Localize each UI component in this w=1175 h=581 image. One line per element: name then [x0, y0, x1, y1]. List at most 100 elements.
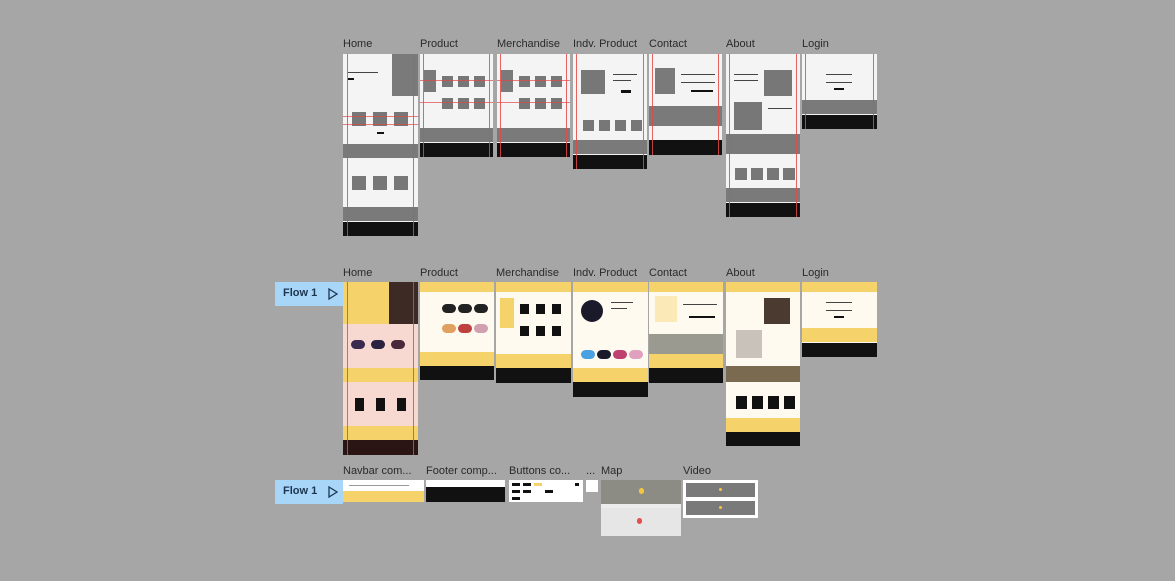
banner-strip — [343, 144, 418, 158]
product-hifi-frame[interactable] — [420, 282, 494, 380]
collapsed-component-frame[interactable] — [586, 480, 598, 492]
footer-block — [420, 143, 493, 157]
video-component-frame[interactable] — [683, 480, 758, 518]
navbar — [726, 282, 800, 292]
frame-label-about[interactable]: About — [726, 267, 755, 279]
contact-hifi-frame[interactable] — [649, 282, 723, 383]
frame-label-contact-wireframe[interactable]: Contact — [649, 38, 687, 50]
promo-banner — [573, 368, 648, 382]
about-wireframe-frame[interactable] — [726, 54, 800, 217]
hero-button — [348, 78, 354, 80]
product-title-line — [613, 74, 637, 75]
frame-label-collapsed[interactable]: ... — [586, 465, 595, 477]
video-strip — [726, 134, 800, 154]
icon-button-variant — [575, 483, 579, 486]
album-disc — [474, 324, 488, 333]
play-icon[interactable] — [327, 486, 339, 498]
frame-label-footer-component[interactable]: Footer comp... — [426, 465, 497, 477]
newsletter-strip — [343, 207, 418, 221]
flow-badge[interactable]: Flow 1 — [275, 282, 343, 306]
frame-label-indv-product[interactable]: Indv. Product — [573, 267, 637, 279]
frame-label-indv-product-wireframe[interactable]: Indv. Product — [573, 38, 637, 50]
merchandise-hifi-frame[interactable] — [496, 282, 571, 383]
frame-label-about-wireframe[interactable]: About — [726, 38, 755, 50]
frame-label-buttons-component[interactable]: Buttons co... — [509, 465, 570, 477]
map-pin-icon — [637, 518, 642, 524]
merch-thumb — [551, 98, 562, 109]
login-hifi-frame[interactable] — [802, 282, 877, 357]
merch-thumb — [352, 176, 366, 190]
merchandise-wireframe-frame[interactable] — [497, 54, 570, 157]
product-image-placeholder — [581, 70, 605, 94]
frame-label-map[interactable]: Map — [601, 465, 622, 477]
footer-component-frame[interactable] — [426, 480, 505, 502]
flow-badge[interactable]: Flow 1 — [275, 480, 343, 504]
frame-label-video[interactable]: Video — [683, 465, 711, 477]
album-disc — [442, 304, 456, 313]
about-hifi-frame[interactable] — [726, 282, 800, 446]
about-photo — [764, 298, 790, 324]
button-variant — [534, 483, 542, 486]
frame-label-navbar-component[interactable]: Navbar com... — [343, 465, 411, 477]
frame-label-login[interactable]: Login — [802, 267, 829, 279]
product-thumb — [442, 98, 453, 109]
merch-thumb — [536, 304, 545, 314]
navbar — [496, 282, 571, 292]
button-variant — [512, 497, 520, 500]
footer-block — [497, 143, 570, 157]
map-placeholder — [649, 106, 722, 126]
flow-label: Flow 1 — [283, 287, 318, 299]
video-strip — [726, 366, 800, 382]
form-field-line — [681, 82, 715, 83]
indv-product-wireframe-frame[interactable] — [573, 54, 647, 169]
frame-label-login-wireframe[interactable]: Login — [802, 38, 829, 50]
login-button — [834, 88, 844, 90]
footer-block — [649, 368, 723, 383]
related-disc — [597, 350, 611, 359]
promo-banner — [649, 354, 723, 368]
view-more-button — [377, 132, 384, 134]
frame-label-merchandise-wireframe[interactable]: Merchandise — [497, 38, 560, 50]
indv-product-hifi-frame[interactable] — [573, 282, 648, 397]
contact-wireframe-frame[interactable] — [649, 54, 722, 155]
login-field-line — [826, 302, 852, 303]
footer-block — [573, 155, 647, 169]
merch-thumb — [519, 76, 530, 87]
button-variant — [512, 490, 520, 493]
hero-image-placeholder — [392, 54, 418, 96]
frame-label-home-wireframe[interactable]: Home — [343, 38, 372, 50]
frame-label-merchandise[interactable]: Merchandise — [496, 267, 559, 279]
banner-strip — [573, 140, 647, 154]
product-wireframe-frame[interactable] — [420, 54, 493, 157]
map-component-frame[interactable] — [601, 480, 681, 536]
play-icon[interactable] — [327, 288, 339, 300]
map-section — [649, 334, 723, 354]
hero-text-line — [348, 72, 378, 73]
related-thumb — [615, 120, 626, 131]
frame-label-contact[interactable]: Contact — [649, 267, 687, 279]
team-thumb — [751, 168, 763, 180]
login-field-line — [826, 82, 852, 83]
about-text-line — [734, 74, 758, 75]
login-wireframe-frame[interactable] — [802, 54, 877, 129]
product-price-line — [611, 308, 627, 309]
navbar — [420, 282, 494, 292]
merch-thumb — [520, 326, 529, 336]
buttons-component-frame[interactable] — [509, 480, 583, 502]
merch-thumb — [520, 304, 529, 314]
frame-label-product[interactable]: Product — [420, 267, 458, 279]
frame-label-home[interactable]: Home — [343, 267, 372, 279]
banner-strip — [802, 100, 877, 114]
product-price-line — [613, 80, 631, 81]
related-disc — [613, 350, 627, 359]
footer-block — [802, 343, 877, 357]
promo-banner — [343, 368, 418, 382]
home-wireframe-frame[interactable] — [343, 54, 418, 236]
frame-label-product-wireframe[interactable]: Product — [420, 38, 458, 50]
merch-thumb — [373, 176, 387, 190]
login-field-line — [826, 74, 852, 75]
navbar-component-frame[interactable] — [343, 480, 424, 502]
about-text-line — [734, 80, 758, 81]
play-icon — [719, 488, 722, 491]
home-hifi-frame[interactable] — [343, 282, 418, 455]
